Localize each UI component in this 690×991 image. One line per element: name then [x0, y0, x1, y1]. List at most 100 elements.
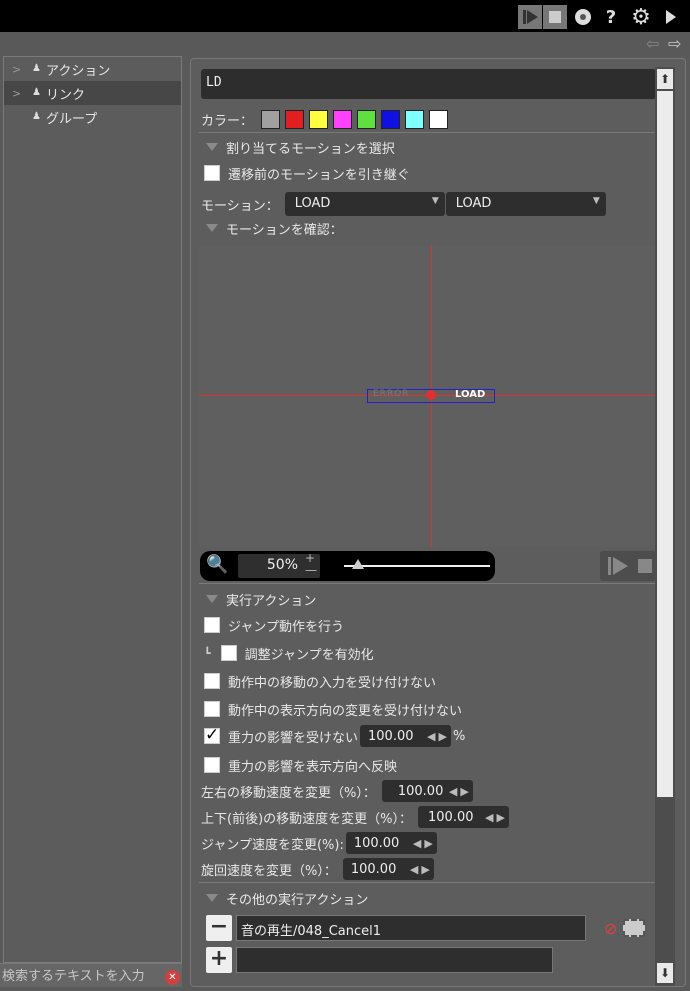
gravity-dir-checkbox[interactable] — [204, 757, 220, 773]
dropdown-arrow-icon: ▼ — [592, 196, 600, 206]
increment-icon[interactable]: ▶ — [496, 811, 504, 824]
gravity-value-stepper[interactable]: 100.00 ◀ ▶ — [360, 725, 451, 747]
decrement-icon[interactable]: ◀ — [413, 837, 421, 850]
color-swatch[interactable] — [429, 109, 449, 129]
ud-speed-value[interactable]: 100.00 — [426, 810, 482, 825]
play-button[interactable] — [518, 5, 542, 29]
play-icon — [523, 10, 538, 24]
link-editor-panel: LD カラー： 割り当てるモーションを選択 遷移前のモーションを引き継ぐ モーシ… — [190, 58, 686, 987]
scroll-up-icon[interactable]: ⬆ — [657, 69, 673, 89]
no-dir-checkbox[interactable] — [204, 701, 220, 717]
preview-play-icon[interactable] — [606, 554, 630, 578]
preview-controls — [600, 551, 656, 581]
zoom-slider-knob[interactable] — [352, 559, 364, 569]
decrement-icon[interactable]: ◀ — [410, 863, 418, 876]
no-move-label: 動作中の移動の入力を受け付けない — [228, 675, 437, 691]
link-name-field[interactable]: LD — [201, 69, 656, 99]
color-swatch[interactable] — [357, 109, 377, 129]
film-icon[interactable] — [623, 919, 646, 937]
gravity-dir-row[interactable]: 重力の影響を表示方向へ反映 — [204, 754, 397, 776]
settings-button[interactable]: ⚙ — [628, 4, 654, 30]
motion-select-2[interactable]: LOAD ▼ — [445, 192, 606, 216]
new-action-field[interactable] — [236, 947, 553, 973]
gravity-checkbox[interactable] — [204, 725, 220, 745]
turn-speed-stepper[interactable]: 100.00 ◀ ▶ — [342, 858, 434, 880]
tree-item-label: グループ — [46, 111, 98, 127]
preview-stop-icon[interactable] — [638, 559, 652, 573]
chevron-right-icon[interactable]: > — [12, 63, 26, 76]
no-dir-row[interactable]: 動作中の表示方向の変更を受け付けない — [204, 698, 462, 720]
decrement-icon[interactable]: ◀ — [427, 730, 435, 743]
jump-row[interactable]: ジャンプ動作を行う — [204, 614, 344, 636]
gear-icon: ⚙ — [631, 4, 651, 30]
indent-corner-icon: ┗ — [204, 646, 211, 660]
section-confirm-motion[interactable]: モーションを確認： — [206, 218, 343, 238]
decrement-icon[interactable]: ◀ — [485, 811, 493, 824]
color-swatch[interactable] — [285, 109, 305, 129]
increment-icon[interactable]: ▶ — [438, 730, 446, 743]
adjust-jump-row[interactable]: ┗ 調整ジャンプを有効化 — [204, 642, 374, 664]
lr-speed-stepper[interactable]: 100.00 ◀ ▶ — [381, 780, 473, 802]
divider — [199, 882, 655, 883]
increment-icon[interactable]: ▶ — [460, 785, 468, 798]
divider — [199, 583, 655, 584]
jump-speed-value[interactable]: 100.00 — [354, 836, 410, 851]
editor-scrollbar[interactable]: ⬆ ⬇ — [655, 67, 675, 986]
increment-icon[interactable]: ▶ — [421, 863, 429, 876]
motion-select-1[interactable]: LOAD ▼ — [284, 192, 445, 216]
decrement-icon[interactable]: ◀ — [449, 785, 457, 798]
inherit-motion-checkbox[interactable] — [204, 165, 220, 181]
tree-item-link[interactable]: > ♟ リンク — [4, 81, 181, 105]
origin-point — [426, 390, 436, 400]
section-assign-motion[interactable]: 割り当てるモーションを選択 — [206, 137, 395, 157]
search-input[interactable] — [2, 966, 162, 986]
percent-label: % — [452, 728, 466, 744]
magnifier-icon[interactable]: 🔍 — [206, 554, 228, 575]
zoom-stepper[interactable]: + — — [305, 552, 317, 576]
gravity-value[interactable]: 100.00 — [368, 729, 424, 744]
tree-item-action[interactable]: > ♟ アクション — [4, 57, 181, 81]
adjust-jump-checkbox[interactable] — [220, 645, 237, 661]
divider — [199, 132, 655, 133]
motion-preview[interactable]: ERROR LOAD — [199, 245, 655, 547]
disable-icon[interactable]: ⊘ — [604, 919, 617, 938]
person-icon: ♟ — [32, 87, 41, 98]
scroll-thumb[interactable] — [657, 91, 673, 797]
jump-checkbox[interactable] — [204, 617, 220, 633]
lr-speed-value[interactable]: 100.00 — [390, 784, 446, 799]
no-move-row[interactable]: 動作中の移動の入力を受け付けない — [204, 670, 436, 692]
sprite-left-label: ERROR — [373, 389, 410, 399]
other-action-field[interactable]: 音の再生/048_Cancel1 — [236, 915, 586, 941]
section-other-action[interactable]: その他の実行アクション — [206, 888, 368, 908]
color-swatch[interactable] — [261, 109, 281, 129]
clear-search-icon[interactable]: ✕ — [165, 970, 180, 985]
section-title: 割り当てるモーションを選択 — [226, 141, 395, 157]
no-move-checkbox[interactable] — [204, 673, 220, 689]
add-action-row: + — [206, 946, 553, 974]
section-exec-action[interactable]: 実行アクション — [206, 589, 316, 609]
inherit-motion-row[interactable]: 遷移前のモーションを引き継ぐ — [204, 162, 410, 184]
tree-item-group[interactable]: ♟ グループ — [4, 105, 181, 129]
ud-speed-label: 上下(前後)の移動速度を変更（%）： — [201, 811, 412, 827]
color-swatch[interactable] — [309, 109, 329, 129]
jump-speed-stepper[interactable]: 100.00 ◀ ▶ — [345, 832, 437, 854]
scroll-down-icon[interactable]: ⬇ — [657, 963, 673, 983]
help-button[interactable]: ? — [600, 5, 622, 29]
ud-speed-stepper[interactable]: 100.00 ◀ ▶ — [418, 806, 509, 828]
record-button[interactable] — [572, 5, 594, 29]
add-action-button[interactable]: + — [206, 947, 232, 973]
forward-button[interactable] — [662, 5, 680, 29]
chevron-right-icon[interactable]: > — [12, 87, 26, 100]
color-swatch[interactable] — [405, 109, 425, 129]
gravity-row[interactable]: 重力の影響を受けない 100.00 ◀ ▶ % — [204, 725, 465, 747]
turn-speed-value[interactable]: 100.00 — [351, 862, 407, 877]
zoom-slider[interactable] — [344, 565, 490, 567]
forward-arrow-icon[interactable]: ⇨ — [668, 34, 681, 53]
back-arrow-icon[interactable]: ⇦ — [646, 34, 659, 53]
color-swatch[interactable] — [333, 109, 353, 129]
remove-action-button[interactable]: − — [206, 915, 232, 941]
record-icon — [575, 9, 591, 25]
increment-icon[interactable]: ▶ — [424, 837, 432, 850]
color-swatch[interactable] — [381, 109, 401, 129]
stop-button[interactable] — [543, 5, 567, 29]
